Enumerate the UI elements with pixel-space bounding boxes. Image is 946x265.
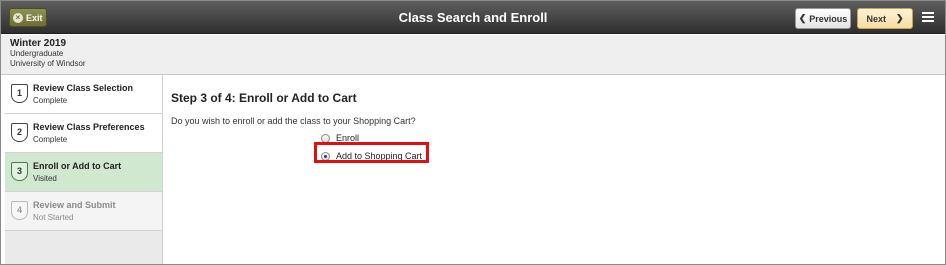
step-item-review-class-preferences[interactable]: 2 Review Class Preferences Complete xyxy=(5,114,162,153)
exit-button[interactable]: × Exit xyxy=(9,8,47,27)
step-status: Not Started xyxy=(33,213,74,222)
term-context-bar: Winter 2019 Undergraduate University of … xyxy=(1,35,945,75)
close-icon: × xyxy=(13,12,23,23)
enroll-question: Do you wish to enroll or add the class t… xyxy=(171,116,416,126)
step-number-badge: 4 xyxy=(11,201,28,220)
career-label: Undergraduate xyxy=(10,49,64,58)
add-to-cart-option[interactable]: Add to Shopping Cart xyxy=(321,147,422,165)
enroll-options: Enroll Add to Shopping Cart xyxy=(321,129,422,165)
step-navigation: 1 Review Class Selection Complete 2 Revi… xyxy=(5,75,163,264)
next-button[interactable]: Next ❯ xyxy=(857,8,913,29)
term-label: Winter 2019 xyxy=(10,38,67,49)
previous-label: Previous xyxy=(809,13,848,24)
chevron-left-icon: ❮ xyxy=(798,13,807,23)
institution-label: University of Windsor xyxy=(10,59,86,68)
step-title: Enroll or Add to Cart xyxy=(33,161,122,171)
chevron-right-icon: ❯ xyxy=(895,13,904,23)
step-item-review-class-selection[interactable]: 1 Review Class Selection Complete xyxy=(5,75,162,114)
step-status: Visited xyxy=(33,174,57,183)
add-to-cart-radio[interactable] xyxy=(321,151,330,161)
app-frame: × Exit Class Search and Enroll ❮ Previou… xyxy=(0,0,946,265)
header-banner: × Exit Class Search and Enroll ❮ Previou… xyxy=(1,1,945,34)
step-item-review-and-submit: 4 Review and Submit Not Started xyxy=(5,192,162,231)
enroll-option[interactable]: Enroll xyxy=(321,129,422,147)
exit-label: Exit xyxy=(26,12,43,23)
next-label: Next xyxy=(866,13,886,24)
main-content: Step 3 of 4: Enroll or Add to Cart Do yo… xyxy=(171,91,931,161)
step-item-enroll-or-add-to-cart[interactable]: 3 Enroll or Add to Cart Visited xyxy=(5,153,162,192)
step-heading: Step 3 of 4: Enroll or Add to Cart xyxy=(171,91,357,105)
step-number-badge: 1 xyxy=(11,84,28,103)
previous-button[interactable]: ❮ Previous xyxy=(795,8,851,29)
enroll-option-label: Enroll xyxy=(336,133,360,143)
step-title: Review Class Selection xyxy=(33,83,134,93)
step-status: Complete xyxy=(33,135,68,144)
step-title: Review and Submit xyxy=(33,200,116,210)
step-title: Review Class Preferences xyxy=(33,122,145,132)
step-number-badge: 2 xyxy=(11,123,28,142)
enroll-radio[interactable] xyxy=(321,133,330,143)
hamburger-menu-icon[interactable] xyxy=(921,10,935,24)
add-to-cart-option-label: Add to Shopping Cart xyxy=(336,151,423,161)
step-number-badge: 3 xyxy=(11,162,28,181)
step-status: Complete xyxy=(33,96,68,105)
